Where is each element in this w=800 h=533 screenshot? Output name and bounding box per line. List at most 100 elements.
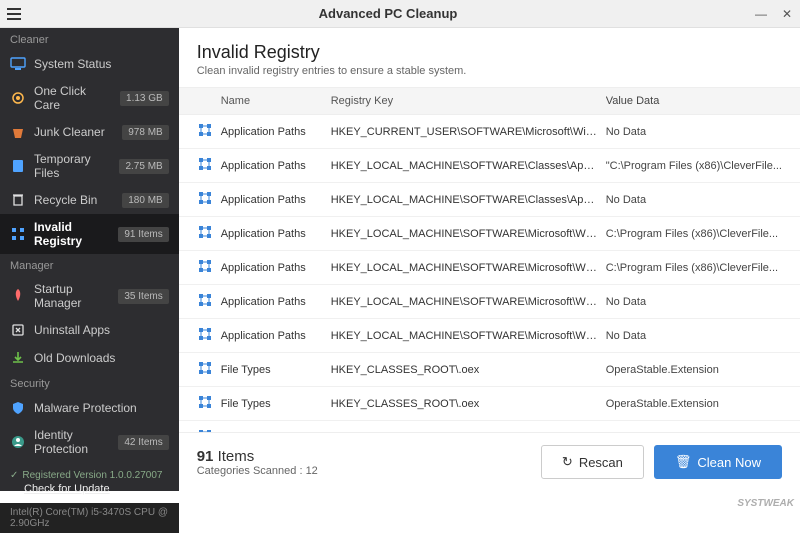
registry-icon [197,190,221,209]
registry-icon [197,122,221,141]
nav-badge: 2.75 MB [119,159,168,174]
sidebar-item-system-status[interactable]: System Status [0,50,179,78]
close-button[interactable]: ✕ [774,0,800,28]
check-icon: ✓ [10,470,18,481]
page-title: Invalid Registry [197,42,782,63]
nav-label: Identity Protection [34,428,110,456]
nav-badge: 91 Items [118,227,168,242]
check-update-link[interactable]: Check for Update [0,483,179,503]
row-name: Application Paths [221,160,331,172]
clean-now-button[interactable]: 🗑 Clean Now [654,445,782,479]
row-key: HKEY_CURRENT_USER\SOFTWARE\Microsoft\Win… [331,126,606,138]
table-row[interactable]: Application PathsHKEY_LOCAL_MACHINE\SOFT… [179,217,800,251]
titlebar: Advanced PC Cleanup — ✕ [0,0,800,28]
registry-icon [10,226,26,242]
table-row[interactable]: Application PathsHKEY_LOCAL_MACHINE\SOFT… [179,149,800,183]
section-manager: Manager [0,254,179,276]
minimize-button[interactable]: — [748,0,774,28]
sidebar-item-startup-manager[interactable]: Startup Manager 35 Items [0,276,179,316]
nav-label: Uninstall Apps [34,323,169,337]
uninstall-icon [10,322,26,338]
nav-label: Startup Manager [34,282,110,310]
col-value: Value Data [606,95,782,107]
sidebar-item-malware-protection[interactable]: Malware Protection [0,394,179,422]
row-key: HKEY_CLASSES_ROOT\.oex [331,364,606,376]
row-name: Application Paths [221,330,331,342]
row-key: HKEY_LOCAL_MACHINE\SOFTWARE\Classes\Appl… [331,160,606,172]
nav-badge: 35 Items [118,289,168,304]
cpu-info: Intel(R) Core(TM) i5-3470S CPU @ 2.90GHz [0,503,179,533]
section-security: Security [0,372,179,394]
nav-label: Junk Cleaner [34,125,114,139]
row-name: Application Paths [221,296,331,308]
nav-badge: 1.13 GB [120,91,169,106]
table-row[interactable]: Application PathsHKEY_LOCAL_MACHINE\SOFT… [179,319,800,353]
col-key: Registry Key [331,95,606,107]
registry-icon [197,224,221,243]
row-name: Application Paths [221,194,331,206]
trash-icon [10,192,26,208]
row-value: "C:\Program Files (x86)\CleverFile... [606,160,782,172]
row-key: HKEY_LOCAL_MACHINE\SOFTWARE\Microsoft\Wi… [331,330,606,342]
row-value: No Data [606,330,782,342]
registry-table[interactable]: Application Paths HKEY_CURRENT_USER\SOFTW… [179,115,800,432]
row-key: HKEY_LOCAL_MACHINE\SOFTWARE\Classes\Appl… [331,194,606,206]
table-row[interactable]: Application PathsHKEY_LOCAL_MACHINE\SOFT… [179,285,800,319]
sidebar-item-uninstall-apps[interactable]: Uninstall Apps [0,316,179,344]
sidebar-item-temporary-files[interactable]: Temporary Files 2.75 MB [0,146,179,186]
registry-icon [197,394,221,413]
registered-label: ✓ Registered Version 1.0.0.27007 [0,462,179,483]
brand-watermark: SYSTWEAK [737,498,794,509]
refresh-icon: ↻ [562,454,573,470]
nav-label: One Click Care [34,84,112,112]
row-value: OperaStable.Extension [606,364,782,376]
nav-label: Temporary Files [34,152,111,180]
row-value: No Data [606,126,782,138]
sidebar-item-old-downloads[interactable]: Old Downloads [0,344,179,372]
sidebar-item-identity-protection[interactable]: Identity Protection 42 Items [0,422,179,462]
monitor-icon [10,56,26,72]
table-row[interactable]: Application PathsHKEY_CURRENT_USER\SOFTW… [179,115,800,149]
download-icon [10,350,26,366]
nav-badge: 978 MB [122,125,168,140]
sidebar-item-junk-cleaner[interactable]: Junk Cleaner 978 MB [0,118,179,146]
app-title: Advanced PC Cleanup [28,6,748,21]
nav-badge: 180 MB [122,193,168,208]
shield-icon [10,400,26,416]
row-value: No Data [606,194,782,206]
row-key: HKEY_CLASSES_ROOT\.oex [331,398,606,410]
registry-icon [197,292,221,311]
menu-button[interactable] [0,8,28,20]
nav-label: System Status [34,57,169,71]
row-name: File Types [221,364,331,376]
registry-icon [197,326,221,345]
row-name: Application Paths [221,262,331,274]
items-count: 91 Items [197,448,531,465]
registry-icon [197,258,221,277]
table-row[interactable]: File TypesHKEY_CLASSES_ROOT\.oexOperaSta… [179,387,800,421]
table-header: Name Registry Key Value Data [179,87,800,115]
row-value: C:\Program Files (x86)\CleverFile... [606,262,782,274]
table-row[interactable]: File TypesHKEY_CLASSES_ROOT\.oexOperaSta… [179,353,800,387]
nav-label: Old Downloads [34,351,169,365]
row-key: HKEY_LOCAL_MACHINE\SOFTWARE\Microsoft\Wi… [331,228,606,240]
row-value: OperaStable.Extension [606,398,782,410]
table-row[interactable]: Application PathsHKEY_LOCAL_MACHINE\SOFT… [179,251,800,285]
categories-scanned: Categories Scanned : 12 [197,465,531,477]
action-bar: 91 Items Categories Scanned : 12 ↻ Resca… [179,432,800,491]
nav-label: Malware Protection [34,401,169,415]
sidebar-item-invalid-registry[interactable]: Invalid Registry 91 Items [0,214,179,254]
sidebar-item-recycle-bin[interactable]: Recycle Bin 180 MB [0,186,179,214]
sidebar: Cleaner System Status One Click Care 1.1… [0,28,179,491]
row-name: Application Paths [221,228,331,240]
table-row[interactable]: Application PathsHKEY_LOCAL_MACHINE\SOFT… [179,183,800,217]
click-icon [10,90,26,106]
rescan-button[interactable]: ↻ Rescan [541,445,644,479]
trash-icon: 🗑 [675,454,692,470]
sidebar-item-one-click-care[interactable]: One Click Care 1.13 GB [0,78,179,118]
registry-icon [197,360,221,379]
row-value: C:\Program Files (x86)\CleverFile... [606,228,782,240]
table-row[interactable]: File TypesHKEY_CLASSES_ROOT\.shtmlshtmlf… [179,421,800,432]
junk-icon [10,124,26,140]
col-name: Name [221,95,331,107]
